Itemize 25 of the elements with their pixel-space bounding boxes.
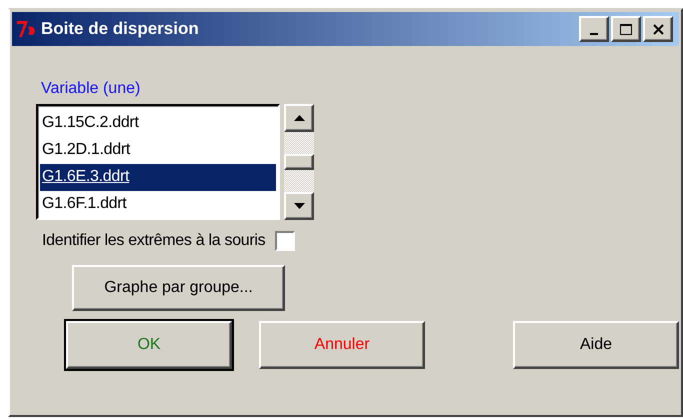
close-icon xyxy=(652,24,664,34)
list-item[interactable]: G1.6F.1.ddrt xyxy=(40,191,276,218)
list-item[interactable]: G1.6E.3.ddrt xyxy=(40,164,276,191)
checkbox-label: Identifier les extrêmes à la souris xyxy=(42,232,266,250)
checkbox[interactable] xyxy=(275,231,296,251)
group-graph-button[interactable]: Graphe par groupe... xyxy=(72,265,285,311)
minimize-button[interactable] xyxy=(579,16,609,42)
scroll-down-button[interactable] xyxy=(284,192,314,220)
minimize-icon xyxy=(590,32,598,34)
variable-listbox[interactable]: G1.15C.2.ddrt G1.2D.1.ddrt G1.6E.3.ddrt G1.6F.1.ddrt xyxy=(36,104,280,220)
window-title: Boite de dispersion xyxy=(41,19,200,39)
list-item[interactable]: G1.2D.1.ddrt xyxy=(40,137,276,164)
dialog-button[interactable]: OK xyxy=(66,321,232,369)
up-arrow-icon xyxy=(294,115,304,121)
scroll-thumb[interactable] xyxy=(284,154,314,170)
list-label: Variable (une) xyxy=(41,80,142,98)
down-arrow-icon xyxy=(294,203,304,209)
scrollbar[interactable] xyxy=(284,104,314,220)
app-logo-icon xyxy=(16,19,38,39)
scroll-up-button[interactable] xyxy=(284,104,314,132)
maximize-icon xyxy=(620,24,632,34)
maximize-button[interactable] xyxy=(611,16,641,42)
dialog-button[interactable]: Aide xyxy=(513,321,679,369)
list-item[interactable]: G1.15C.2.ddrt xyxy=(40,110,276,137)
close-button[interactable] xyxy=(643,16,673,42)
